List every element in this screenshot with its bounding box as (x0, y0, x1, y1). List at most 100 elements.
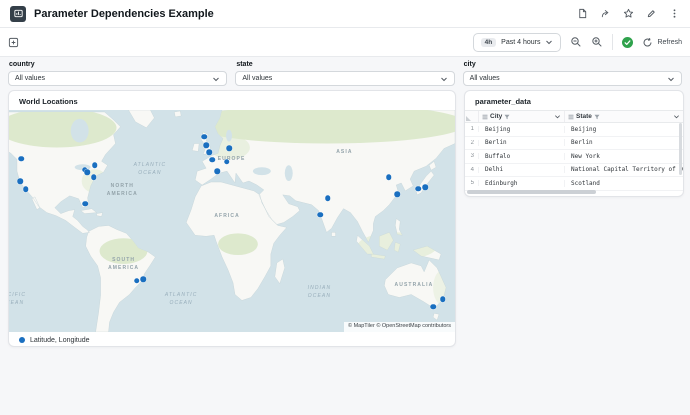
filter-city: city All values (463, 60, 682, 88)
legend-dot-icon (19, 337, 25, 343)
map-point[interactable] (210, 157, 216, 163)
zoom-in-icon[interactable] (591, 36, 603, 48)
table-row: 3 Buffalo New York (465, 150, 683, 164)
map-point[interactable] (422, 184, 428, 190)
legend-label: Latitude, Longitude (30, 337, 90, 344)
map-attribution: © MapTiler © OpenStreetMap contributors (344, 322, 455, 332)
filter-city-label: city (464, 61, 682, 68)
column-filter-icon[interactable] (504, 114, 510, 120)
city-cell: Beijing (479, 126, 565, 133)
map-panel: World Locations © (8, 90, 456, 347)
map-point[interactable] (140, 277, 146, 283)
file-icon[interactable] (577, 8, 588, 19)
map-legend: Latitude, Longitude (9, 332, 455, 347)
table-row: 5 Edinburgh Scotland (465, 177, 683, 191)
state-cell: Berlin (565, 139, 683, 146)
filter-country: country All values (8, 60, 227, 88)
chevron-down-icon (440, 75, 448, 83)
map-point[interactable] (386, 175, 392, 181)
map-point[interactable] (202, 134, 208, 140)
table-row: 4 Delhi National Capital Territory of De… (465, 164, 683, 178)
map-point[interactable] (23, 186, 29, 192)
column-label: State (576, 113, 592, 120)
run-status-ok-icon (622, 37, 633, 48)
edit-pencil-icon[interactable] (646, 8, 657, 19)
corner-handle-icon (466, 116, 471, 121)
map-point[interactable] (325, 196, 331, 202)
row-number: 2 (465, 140, 479, 146)
chevron-down-icon (212, 75, 220, 83)
scrollbar-thumb[interactable] (679, 123, 682, 175)
map-point[interactable] (203, 142, 209, 148)
row-number: 5 (465, 180, 479, 186)
chevron-down-icon (545, 38, 553, 46)
map-point[interactable] (19, 156, 25, 162)
kebab-menu-icon[interactable] (669, 8, 680, 19)
map-point[interactable] (17, 179, 23, 185)
filter-state-select[interactable]: All values (235, 71, 454, 86)
state-cell: Beijing (565, 126, 683, 133)
state-cell: National Capital Territory of Delhi (565, 166, 683, 173)
table-row: 2 Berlin Berlin (465, 137, 683, 151)
time-range-label: Past 4 hours (501, 39, 540, 46)
map-point[interactable] (215, 169, 221, 175)
add-widget-icon[interactable] (8, 37, 19, 48)
row-number-header (465, 111, 479, 122)
filter-state: state All values (235, 60, 454, 88)
refresh-label: Refresh (657, 39, 682, 46)
filter-country-label: country (9, 61, 227, 68)
state-cell: New York (565, 153, 683, 160)
favorite-star-icon[interactable] (623, 8, 634, 19)
column-filter-icon[interactable] (594, 114, 600, 120)
chevron-down-icon (667, 75, 675, 83)
filter-state-value: All values (242, 75, 272, 82)
time-range-picker[interactable]: 4h Past 4 hours (473, 33, 562, 52)
city-cell: Edinburgh (479, 180, 565, 187)
map-point[interactable] (134, 278, 140, 284)
map-point[interactable] (227, 146, 233, 152)
column-header-state[interactable]: State (565, 111, 683, 122)
column-type-icon (568, 114, 574, 120)
refresh-button[interactable]: Refresh (642, 37, 682, 48)
table-row: 1 Beijing Beijing (465, 123, 683, 137)
dashboard-app-icon (10, 6, 26, 22)
column-menu-chevron-icon[interactable] (673, 113, 680, 120)
table-panel-title: parameter_data (465, 91, 683, 110)
app-header: Parameter Dependencies Example (0, 0, 690, 28)
map-point[interactable] (430, 304, 436, 310)
filter-country-select[interactable]: All values (8, 71, 227, 86)
map-panel-title: World Locations (9, 91, 455, 110)
map-canvas[interactable]: © MapTiler © OpenStreetMap contributors … (9, 110, 455, 332)
map-point[interactable] (440, 297, 446, 303)
page-title: Parameter Dependencies Example (34, 8, 214, 20)
column-header-city[interactable]: City (479, 111, 565, 122)
map-point[interactable] (92, 162, 98, 168)
map-point[interactable] (224, 159, 230, 165)
city-cell: Berlin (479, 139, 565, 146)
column-label: City (490, 113, 502, 120)
vertical-scrollbar[interactable] (679, 123, 682, 188)
filter-city-value: All values (470, 75, 500, 82)
filter-city-select[interactable]: All values (463, 71, 682, 86)
filter-bar: country All values state All values city… (0, 57, 690, 88)
map-point[interactable] (83, 201, 89, 207)
dashboard-toolbar: 4h Past 4 hours Refresh (0, 28, 690, 57)
map-point[interactable] (85, 170, 91, 176)
scrollbar-thumb[interactable] (467, 190, 596, 194)
share-icon[interactable] (600, 8, 611, 19)
map-point[interactable] (207, 150, 213, 156)
map-point[interactable] (416, 186, 422, 192)
map-point[interactable] (394, 191, 400, 197)
city-cell: Delhi (479, 166, 565, 173)
state-cell: Scotland (565, 180, 683, 187)
map-point[interactable] (91, 174, 97, 180)
zoom-out-icon[interactable] (570, 36, 582, 48)
filter-country-value: All values (15, 75, 45, 82)
row-number: 1 (465, 126, 479, 132)
table-header-row: City State (465, 110, 683, 123)
column-menu-chevron-icon[interactable] (554, 113, 561, 120)
table-panel: parameter_data City State 1 Beijing Beij… (464, 90, 684, 197)
map-point[interactable] (318, 212, 324, 218)
horizontal-scrollbar[interactable] (467, 190, 675, 194)
toolbar-divider (612, 34, 613, 50)
